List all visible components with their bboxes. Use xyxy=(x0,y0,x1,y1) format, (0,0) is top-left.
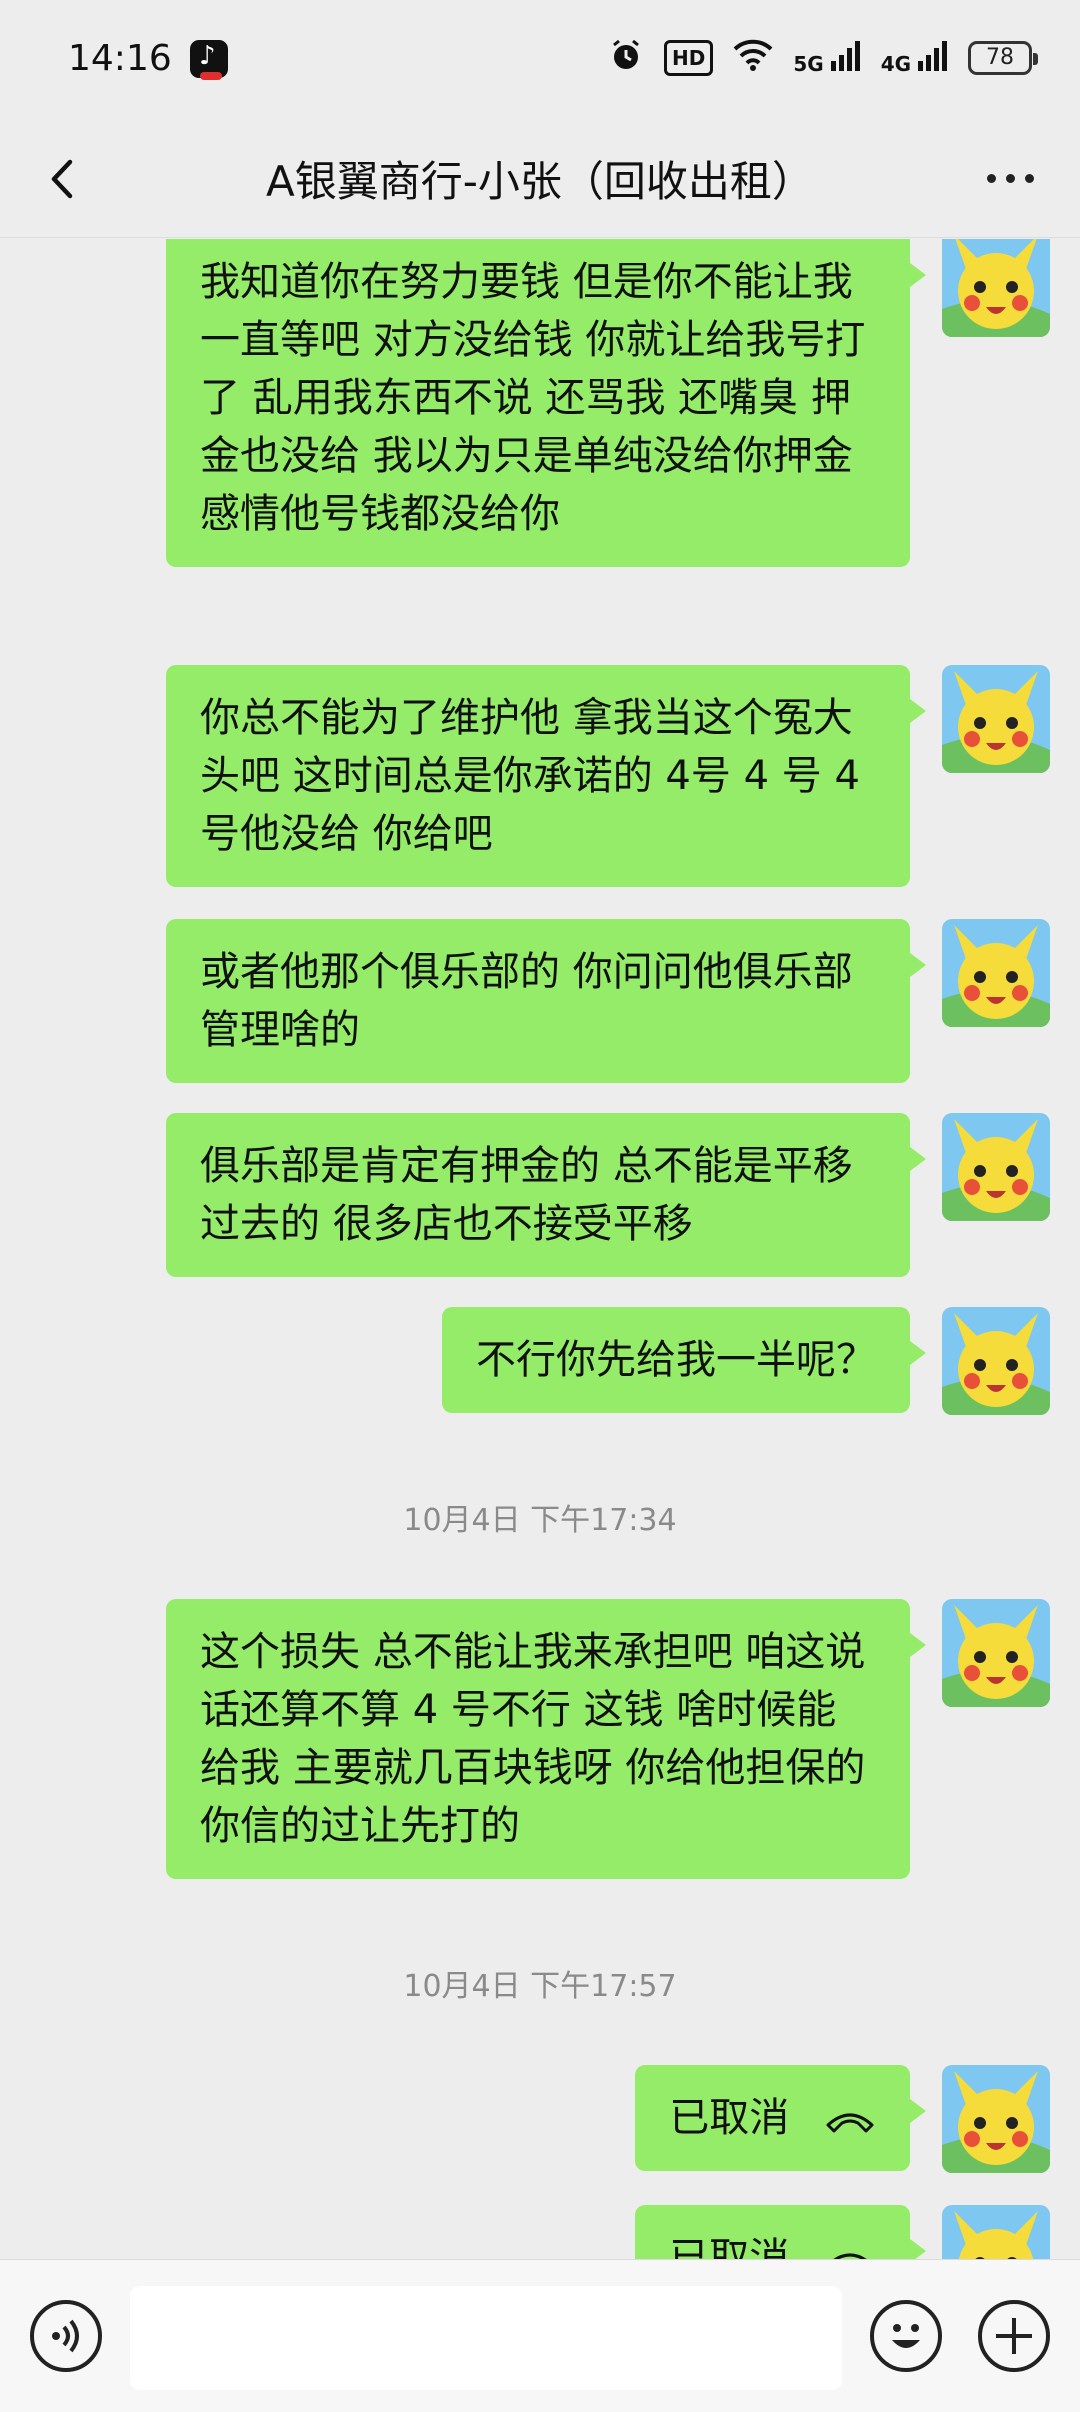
avatar[interactable] xyxy=(942,665,1050,773)
message-bubble[interactable]: 你总不能为了维护他 拿我当这个冤大头吧 这时间总是你承诺的 4号 4 号 4 号… xyxy=(166,665,926,887)
voice-button[interactable] xyxy=(30,2300,102,2372)
call-bubble[interactable]: 已取消 xyxy=(635,2065,926,2171)
alarm-icon xyxy=(608,37,644,80)
timestamp-label: 10月4日 下午17:57 xyxy=(403,1969,677,2004)
avatar[interactable] xyxy=(942,239,1050,337)
message-row: 已取消 xyxy=(635,2205,1050,2259)
message-row: 你总不能为了维护他 拿我当这个冤大头吧 这时间总是你承诺的 4号 4 号 4 号… xyxy=(166,665,1050,887)
input-bar xyxy=(0,2259,1080,2412)
message-input[interactable] xyxy=(130,2286,842,2390)
message-bubble[interactable]: 不行你先给我一半呢？ xyxy=(442,1307,926,1413)
chat-title: A银翼商行-小张（回收出租） xyxy=(266,157,814,206)
message-row: 或者他那个俱乐部的 你问问他俱乐部管理啥的 xyxy=(166,919,1050,1083)
message-row: 俱乐部是肯定有押金的 总不能是平移过去的 很多店也不接受平移 xyxy=(166,1113,1050,1277)
message-row: 已取消 xyxy=(635,2065,1050,2173)
battery-icon: 78 xyxy=(968,41,1038,75)
message-row: 这个损失 总不能让我来承担吧 咱这说话还算不算 4 号不行 这钱 啥时候能给我 … xyxy=(166,1599,1050,1879)
signal-4g-icon: 4G xyxy=(880,40,948,76)
avatar[interactable] xyxy=(942,1599,1050,1707)
call-status-label: 已取消 xyxy=(669,2235,790,2259)
emoji-icon xyxy=(892,2324,920,2348)
signal-5g-label: 5G xyxy=(793,51,824,76)
voice-icon xyxy=(52,2319,79,2353)
status-icons: HD 5G 4G 78 xyxy=(608,36,1038,80)
avatar[interactable] xyxy=(942,2065,1050,2173)
message-bubble[interactable]: 或者他那个俱乐部的 你问问他俱乐部管理啥的 xyxy=(166,919,926,1083)
phone-hangup-icon xyxy=(833,2253,867,2259)
avatar[interactable] xyxy=(942,919,1050,1027)
emoji-button[interactable] xyxy=(870,2300,942,2372)
signal-4g-label: 4G xyxy=(880,51,912,76)
chat-header: A银翼商行-小张（回收出租） xyxy=(0,120,1080,238)
phone-hangup-icon xyxy=(826,2113,874,2133)
timestamp-label: 10月4日 下午17:34 xyxy=(403,1503,677,1538)
message-row: 我知道你在努力要钱 但是你不能让我一直等吧 对方没给钱 你就让给我号打了 乱用我… xyxy=(166,239,1050,567)
avatar[interactable] xyxy=(942,1113,1050,1221)
status-time: 14:16 xyxy=(68,38,172,79)
message-bubble[interactable]: 这个损失 总不能让我来承担吧 咱这说话还算不算 4 号不行 这钱 啥时候能给我 … xyxy=(166,1599,926,1879)
status-bar: 14:16 HD 5G 4G 78 xyxy=(0,0,1080,120)
tiktok-badge xyxy=(200,72,222,80)
avatar[interactable] xyxy=(942,1307,1050,1415)
plus-button[interactable] xyxy=(978,2300,1050,2372)
signal-5g-icon: 5G xyxy=(793,40,860,76)
call-bubble[interactable]: 已取消 xyxy=(635,2205,926,2259)
more-dots-icon xyxy=(986,173,996,183)
chat-area[interactable]: 我知道你在努力要钱 但是你不能让我一直等吧 对方没给钱 你就让给我号打了 乱用我… xyxy=(0,239,1080,2259)
wifi-icon xyxy=(733,38,773,79)
message-bubble[interactable]: 俱乐部是肯定有押金的 总不能是平移过去的 很多店也不接受平移 xyxy=(166,1113,926,1277)
message-row: 不行你先给我一半呢？ xyxy=(442,1307,1050,1415)
message-bubble[interactable]: 我知道你在努力要钱 但是你不能让我一直等吧 对方没给钱 你就让给我号打了 乱用我… xyxy=(166,239,926,567)
avatar[interactable] xyxy=(942,2205,1050,2259)
call-status-label: 已取消 xyxy=(669,2095,790,2141)
hd-icon: HD xyxy=(664,40,714,76)
more-button[interactable] xyxy=(974,148,1046,208)
